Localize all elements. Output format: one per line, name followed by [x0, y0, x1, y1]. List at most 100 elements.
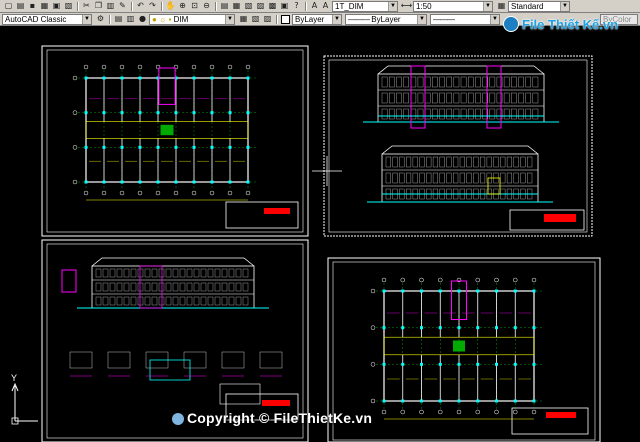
garden — [453, 340, 465, 352]
column — [156, 180, 160, 184]
column — [84, 180, 88, 184]
text-style-manager-icon[interactable]: A — [320, 1, 331, 11]
column — [228, 145, 232, 149]
column — [156, 111, 160, 115]
sheet-set-icon[interactable]: ▨ — [255, 1, 266, 11]
ucs-y-label: Y — [11, 373, 17, 383]
column — [210, 145, 214, 149]
column — [210, 76, 214, 80]
column — [102, 145, 106, 149]
brand-logo: File Thiết Kế.vn — [503, 13, 618, 35]
chevron-down-icon: ▼ — [82, 15, 91, 24]
paste-icon[interactable]: ▥ — [105, 1, 116, 11]
column — [138, 111, 142, 115]
column — [495, 326, 498, 330]
chevron-down-icon: ▼ — [483, 2, 492, 11]
redo-icon[interactable]: ↷ — [147, 1, 158, 11]
match-icon[interactable]: ✎ — [117, 1, 128, 11]
tool-palettes-icon[interactable]: ▧ — [243, 1, 254, 11]
lineweight-select[interactable]: ——— ▼ — [430, 14, 500, 25]
column — [246, 76, 250, 80]
column — [532, 362, 536, 366]
column — [438, 399, 442, 403]
drawing-canvas[interactable]: Y — [0, 26, 640, 442]
undo-icon[interactable]: ↶ — [135, 1, 146, 11]
chevron-down-icon: ▼ — [225, 15, 234, 24]
markup-icon[interactable]: ▩ — [267, 1, 278, 11]
column — [495, 362, 498, 366]
column — [210, 111, 214, 115]
column — [210, 180, 214, 184]
workspace-select[interactable]: AutoCAD Classic ▼ — [2, 14, 92, 25]
column — [192, 111, 196, 115]
color-select[interactable]: ByLayer ▼ — [292, 14, 342, 25]
table-style-select[interactable]: Standard ▼ — [508, 1, 570, 12]
column — [174, 145, 178, 149]
column — [438, 362, 442, 366]
column — [120, 180, 124, 184]
layer-on-icon[interactable]: ● — [137, 14, 148, 24]
column — [382, 399, 386, 403]
copyright-watermark: Copyright © FileThietKe.vn — [172, 410, 372, 426]
linetype-select[interactable]: ——— ByLayer ▼ — [345, 14, 427, 25]
column — [495, 289, 498, 293]
layer-select[interactable]: ● ☼ ▪ DIM ▼ — [149, 14, 235, 25]
zoom-previous-icon[interactable]: ⊖ — [201, 1, 212, 11]
column — [246, 111, 250, 115]
dim-scale-select[interactable]: 1:50 ▼ — [413, 1, 493, 12]
globe-icon — [503, 16, 519, 32]
layer-properties-icon[interactable]: ▤ — [113, 14, 124, 24]
workspace-settings-icon[interactable]: ⚙ — [95, 14, 106, 24]
zoom-realtime-icon[interactable]: ⊕ — [177, 1, 188, 11]
make-current-layer-icon[interactable]: ▦ — [238, 14, 249, 24]
zoom-window-icon[interactable]: ⊡ — [189, 1, 200, 11]
layer-previous-icon[interactable]: ▧ — [250, 14, 261, 24]
save-icon[interactable]: ▪ — [27, 1, 38, 11]
column — [138, 76, 142, 80]
chevron-down-icon: ▼ — [388, 2, 397, 11]
copy-icon[interactable]: ❐ — [93, 1, 104, 11]
properties-icon[interactable]: ▤ — [219, 1, 230, 11]
lightbulb-icon: ● ☼ ▪ — [152, 15, 174, 24]
pan-icon[interactable]: ✋ — [165, 1, 176, 11]
color-swatch-icon[interactable] — [280, 14, 291, 24]
column — [102, 76, 106, 80]
layer-states-icon[interactable]: ▥ — [125, 14, 136, 24]
chevron-down-icon: ▼ — [332, 15, 341, 24]
calculator-icon[interactable]: ▣ — [279, 1, 290, 11]
column — [228, 76, 232, 80]
column — [382, 362, 386, 366]
column — [401, 326, 405, 330]
text-style-icon[interactable]: A — [309, 1, 320, 11]
column — [138, 145, 142, 149]
cut-icon[interactable]: ✂ — [81, 1, 92, 11]
column — [228, 111, 232, 115]
column — [120, 145, 124, 149]
column — [102, 111, 106, 115]
column — [420, 362, 423, 366]
table-style-icon[interactable]: ▦ — [496, 1, 507, 11]
column — [476, 362, 480, 366]
column — [401, 362, 405, 366]
column — [532, 399, 536, 403]
standard-toolbar: ▢ ▤ ▪ ▦ ▣ ▧ ✂ ❐ ▥ ✎ ↶ ↷ ✋ ⊕ ⊡ ⊖ ▤ ▦ ▧ ▨ … — [0, 0, 640, 13]
chevron-down-icon: ▼ — [490, 15, 499, 24]
column — [476, 326, 480, 330]
column — [476, 289, 480, 293]
text-style-select[interactable]: 1T_DIM ▼ — [332, 1, 398, 12]
column — [401, 289, 405, 293]
new-icon[interactable]: ▢ — [3, 1, 14, 11]
layer-isolate-icon[interactable]: ▨ — [262, 14, 273, 24]
column — [532, 326, 536, 330]
design-center-icon[interactable]: ▦ — [231, 1, 242, 11]
column — [495, 399, 498, 403]
preview-icon[interactable]: ▣ — [51, 1, 62, 11]
dim-style-icon[interactable]: ⟷ — [401, 1, 412, 11]
column — [120, 111, 124, 115]
column — [382, 289, 386, 293]
column — [174, 180, 178, 184]
help-icon[interactable]: ? — [291, 1, 302, 11]
publish-icon[interactable]: ▧ — [63, 1, 74, 11]
open-icon[interactable]: ▤ — [15, 1, 26, 11]
print-icon[interactable]: ▦ — [39, 1, 50, 11]
